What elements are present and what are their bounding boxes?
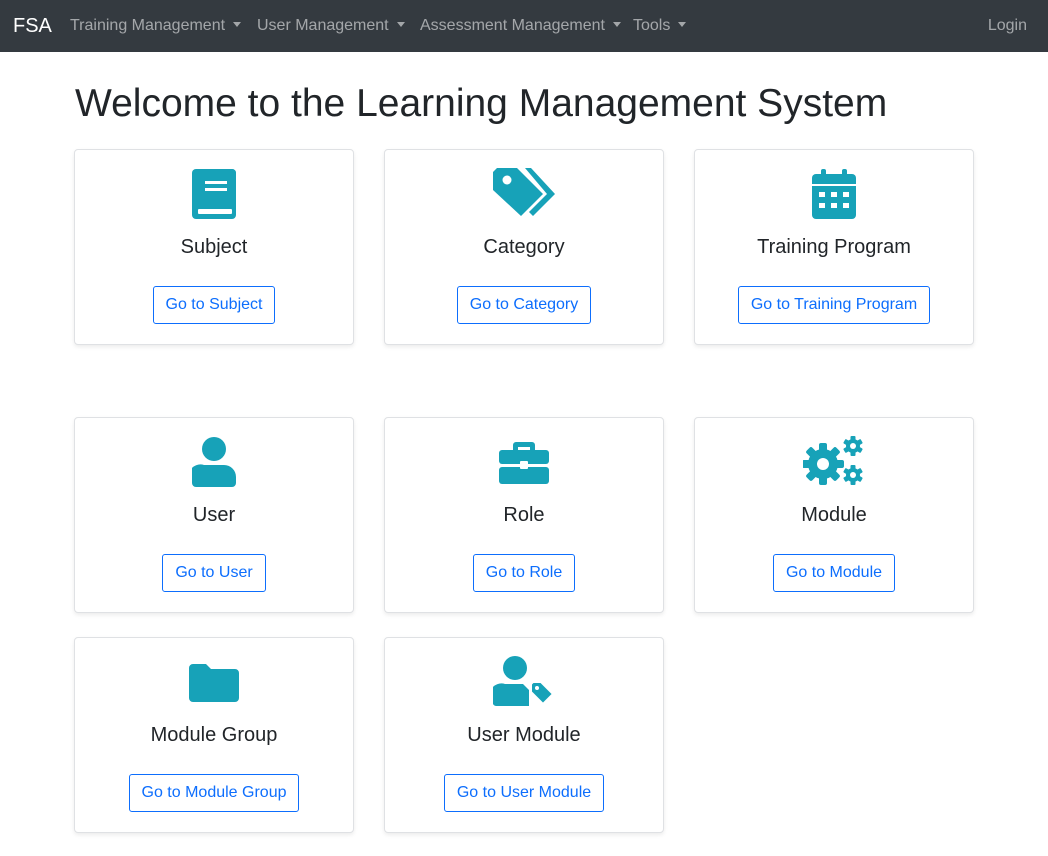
- go-to-user-button[interactable]: Go to User: [162, 554, 266, 592]
- brand-logo[interactable]: FSA: [13, 13, 52, 39]
- nav-user-management-label: User Management: [257, 17, 389, 34]
- card-title: Module: [801, 504, 867, 526]
- caret-down-icon: [678, 22, 687, 27]
- card-user-module: User Module Go to User Module: [384, 637, 664, 833]
- card-user: User Go to User: [74, 417, 354, 613]
- user-tag-icon: [385, 656, 663, 708]
- nav-assessment-management-label: Assessment Management: [420, 17, 605, 34]
- calendar-icon: [695, 168, 973, 220]
- card-title: Role: [503, 504, 545, 526]
- card-title: User: [192, 504, 236, 526]
- login-link[interactable]: Login: [988, 16, 1027, 36]
- cogs-icon: [695, 436, 973, 488]
- top-navbar: FSA Training Management User Management …: [0, 0, 1048, 52]
- card-title: Module Group: [150, 724, 278, 746]
- go-to-subject-button[interactable]: Go to Subject: [152, 286, 276, 324]
- card-title: Subject: [180, 236, 248, 258]
- nav-assessment-management[interactable]: Assessment Management: [420, 16, 621, 36]
- card-category: Category Go to Category: [384, 149, 664, 345]
- folder-icon: [75, 656, 353, 708]
- caret-down-icon: [612, 22, 621, 27]
- card-title: Category: [483, 236, 565, 258]
- nav-tools[interactable]: Tools: [633, 16, 687, 36]
- go-to-training-program-button[interactable]: Go to Training Program: [737, 286, 931, 324]
- nav-training-management[interactable]: Training Management: [70, 16, 242, 36]
- briefcase-icon: [385, 436, 663, 488]
- card-role: Role Go to Role: [384, 417, 664, 613]
- go-to-role-button[interactable]: Go to Role: [472, 554, 576, 592]
- card-title: Training Program: [757, 236, 911, 258]
- go-to-module-button[interactable]: Go to Module: [772, 554, 896, 592]
- nav-training-management-label: Training Management: [70, 17, 226, 34]
- caret-down-icon: [233, 22, 242, 27]
- nav-tools-label: Tools: [633, 17, 671, 34]
- card-title: User Module: [467, 724, 581, 746]
- card-training-program: Training Program Go to Training Program: [694, 149, 974, 345]
- page-title: Welcome to the Learning Management Syste…: [75, 82, 888, 125]
- card-subject: Subject Go to Subject: [74, 149, 354, 345]
- tags-icon: [385, 168, 663, 220]
- go-to-module-group-button[interactable]: Go to Module Group: [128, 774, 300, 812]
- nav-user-management[interactable]: User Management: [257, 16, 405, 36]
- user-icon: [75, 436, 353, 488]
- card-module: Module Go to Module: [694, 417, 974, 613]
- go-to-category-button[interactable]: Go to Category: [456, 286, 592, 324]
- go-to-user-module-button[interactable]: Go to User Module: [443, 774, 605, 812]
- book-icon: [75, 168, 353, 220]
- card-module-group: Module Group Go to Module Group: [74, 637, 354, 833]
- caret-down-icon: [396, 22, 405, 27]
